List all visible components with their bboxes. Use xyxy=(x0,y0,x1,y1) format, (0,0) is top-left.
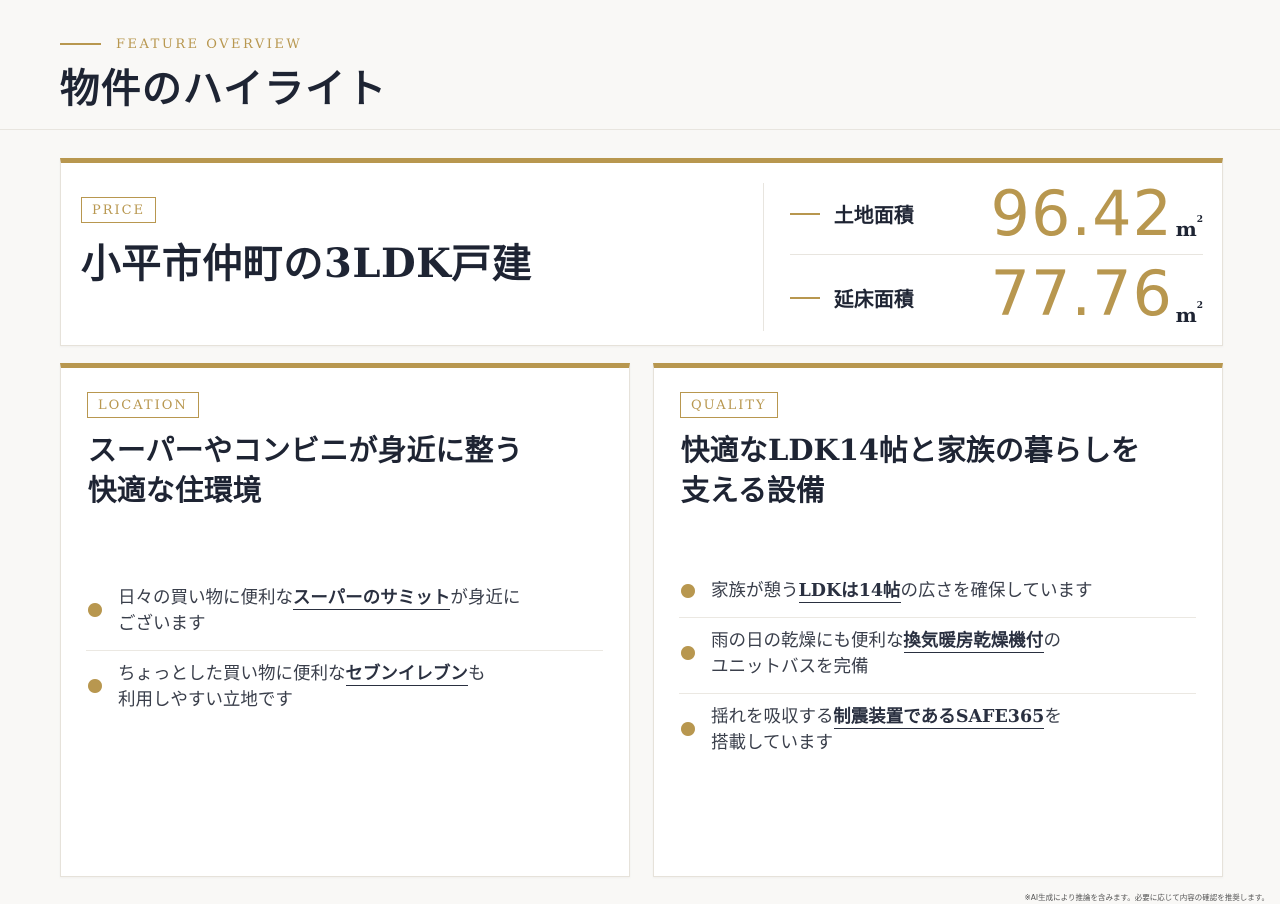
quality-card: QUALITY 快適なLDK14帖と家族の暮らしを 支える設備 家族が憩うLDK… xyxy=(653,363,1223,877)
property-title: 小平市仲町の3LDK戸建 xyxy=(81,240,533,287)
bullet-dot xyxy=(681,584,695,598)
highlight-text: LDKは14帖 xyxy=(798,581,901,603)
quality-tag: QUALITY xyxy=(680,392,778,418)
location-heading: スーパーやコンビニが身近に整う 快適な住環境 xyxy=(88,433,523,507)
stat-dash xyxy=(790,297,820,299)
stat-land-area: 土地面積 96.42 m2 xyxy=(790,177,1203,255)
vertical-divider xyxy=(763,183,764,331)
highlight-text: セブンイレブン xyxy=(345,664,468,686)
list-item: 揺れを吸収する制震装置であるSAFE365を 搭載しています xyxy=(679,694,1196,769)
page-header: FEATURE OVERVIEW 物件のハイライト xyxy=(0,0,1280,130)
stat-value: 96.42 xyxy=(990,177,1173,250)
stat-value: 77.76 xyxy=(990,257,1173,330)
highlight-text: 換気暖房乾燥機付 xyxy=(903,631,1044,653)
quality-points: 家族が憩うLDKは14帖の広さを確保しています 雨の日の乾燥にも便利な換気暖房乾… xyxy=(679,568,1196,769)
price-tag: PRICE xyxy=(81,197,157,223)
stat-unit: m2 xyxy=(1175,215,1203,241)
list-item: 日々の買い物に便利なスーパーのサミットが身近に ございます xyxy=(86,575,603,651)
location-points: 日々の買い物に便利なスーパーのサミットが身近に ございます ちょっとした買い物に… xyxy=(86,575,603,726)
stat-floor-area: 延床面積 77.76 m2 xyxy=(790,263,1203,339)
eyebrow-line xyxy=(60,43,101,45)
bullet-dot xyxy=(88,603,102,617)
page-title: 物件のハイライト xyxy=(60,65,388,112)
bullet-dot xyxy=(681,646,695,660)
highlight-text: スーパーのサミット xyxy=(293,588,451,610)
stat-unit: m2 xyxy=(1175,301,1203,327)
price-card: PRICE 小平市仲町の3LDK戸建 土地面積 96.42 m2 延床面積 77… xyxy=(60,158,1223,346)
list-item: ちょっとした買い物に便利なセブンイレブンも 利用しやすい立地です xyxy=(86,651,603,726)
list-item: 家族が憩うLDKは14帖の広さを確保しています xyxy=(679,568,1196,618)
stat-dash xyxy=(790,213,820,215)
bullet-dot xyxy=(681,722,695,736)
location-tag: LOCATION xyxy=(87,392,199,418)
stat-label: 土地面積 xyxy=(834,203,914,227)
highlight-text: 制震装置であるSAFE365 xyxy=(833,707,1045,729)
list-item: 雨の日の乾燥にも便利な換気暖房乾燥機付の ユニットバスを完備 xyxy=(679,618,1196,694)
disclaimer-note: ※AI生成により推論を含みます。必要に応じて内容の確認を推奨します。 xyxy=(1024,893,1269,902)
stat-label: 延床面積 xyxy=(834,287,914,311)
quality-heading: 快適なLDK14帖と家族の暮らしを 支える設備 xyxy=(681,433,1141,507)
eyebrow: FEATURE OVERVIEW xyxy=(60,34,302,54)
location-card: LOCATION スーパーやコンビニが身近に整う 快適な住環境 日々の買い物に便… xyxy=(60,363,630,877)
eyebrow-text: FEATURE OVERVIEW xyxy=(116,36,303,52)
bullet-dot xyxy=(88,679,102,693)
